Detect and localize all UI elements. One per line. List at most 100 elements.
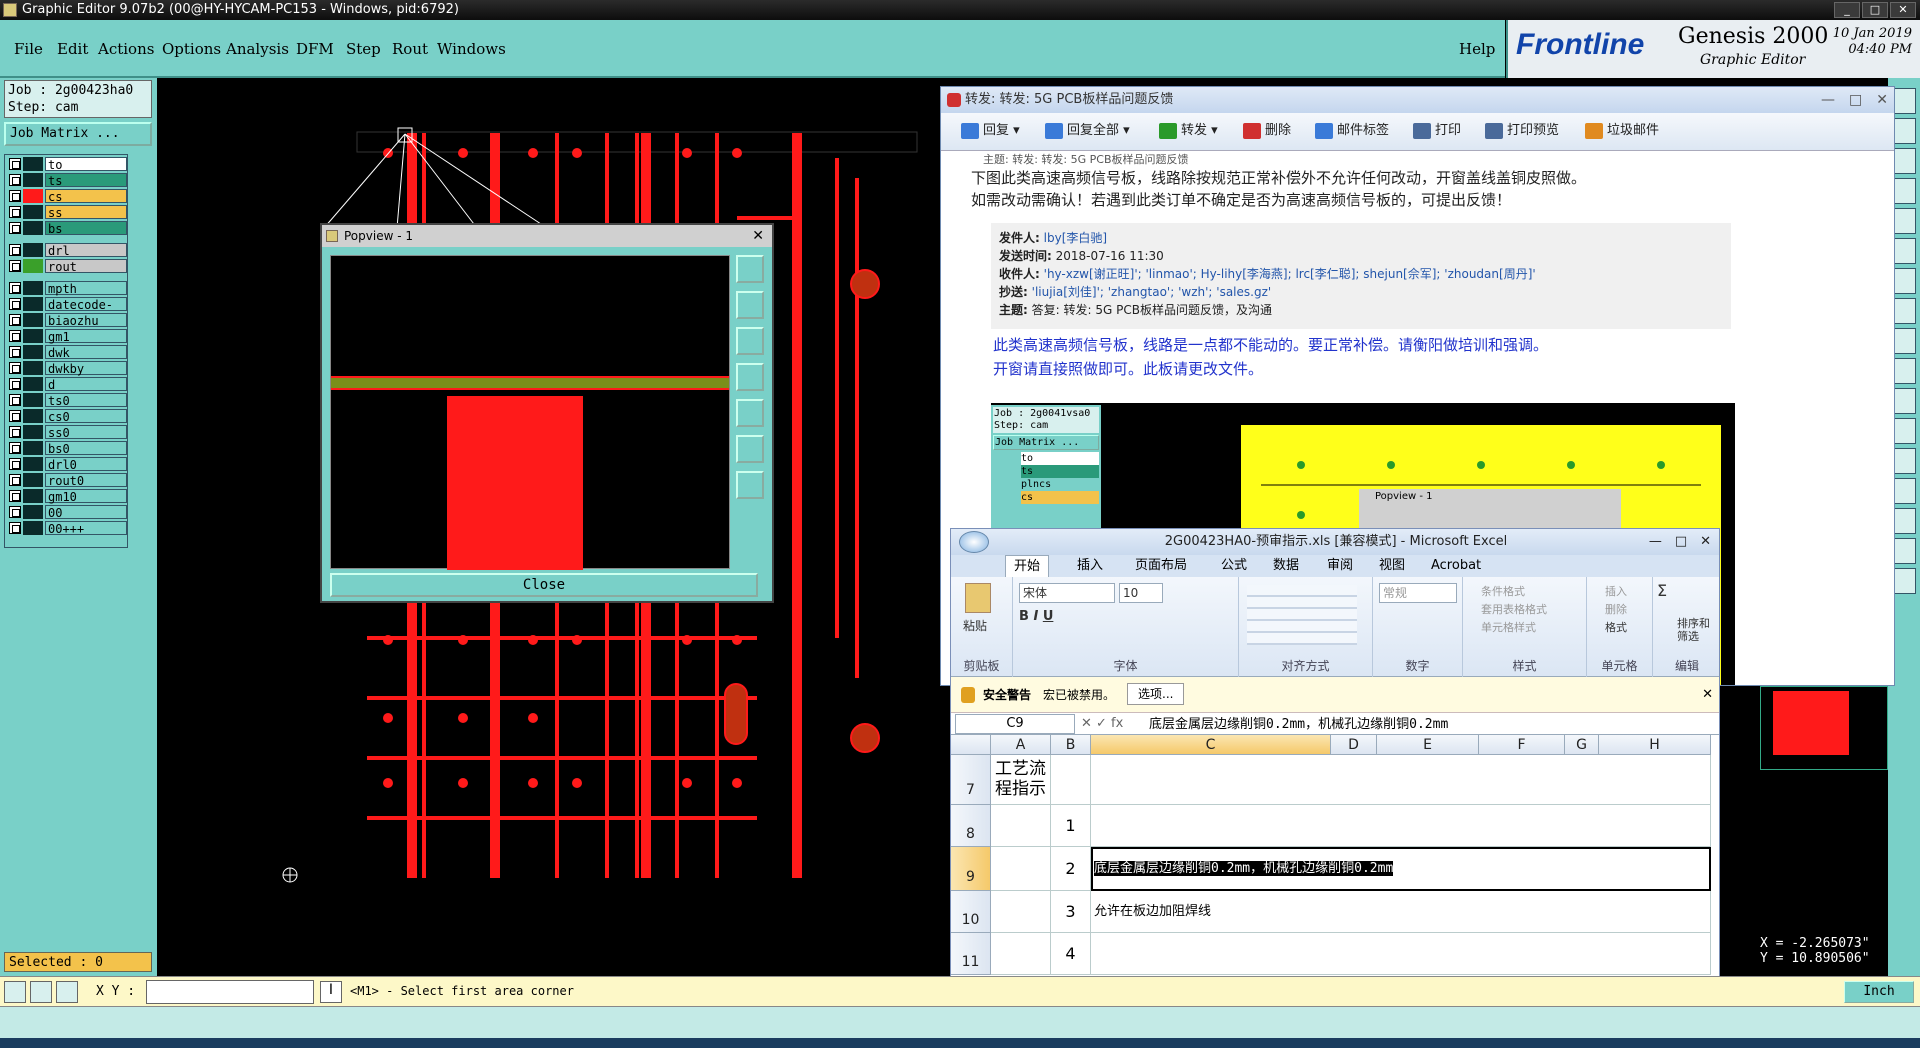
- cell-c[interactable]: [1091, 805, 1711, 847]
- maximize-button[interactable]: □: [1862, 2, 1888, 18]
- close-button[interactable]: ✕: [1890, 2, 1916, 18]
- tab-formulas[interactable]: 公式: [1213, 555, 1255, 577]
- layer-row[interactable]: biaozhu: [7, 313, 127, 328]
- popview-close-icon[interactable]: ✕: [752, 225, 764, 247]
- excel-window-controls[interactable]: — □ ✕: [1649, 529, 1711, 555]
- grid-icon[interactable]: [56, 981, 78, 1003]
- layer-row[interactable]: ts0: [7, 393, 127, 408]
- layer-name[interactable]: rout0: [45, 473, 127, 488]
- layer-row[interactable]: d: [7, 377, 127, 392]
- layer-checkbox[interactable]: [9, 378, 21, 390]
- mini-view[interactable]: [1760, 686, 1888, 770]
- name-box[interactable]: C9: [955, 714, 1075, 734]
- sort-filter-button[interactable]: 排序和筛选: [1677, 617, 1717, 643]
- office-button-icon[interactable]: [959, 531, 989, 553]
- popview-close-button[interactable]: Close: [330, 573, 758, 597]
- layer-row[interactable]: cs0: [7, 409, 127, 424]
- layer-name[interactable]: gm1: [45, 329, 127, 344]
- mail-window-controls[interactable]: — □ ✕: [1821, 87, 1888, 113]
- cell-a[interactable]: [991, 805, 1051, 847]
- layer-checkbox[interactable]: [9, 244, 21, 256]
- cell-b[interactable]: 4: [1051, 933, 1091, 975]
- layer-checkbox[interactable]: [9, 282, 21, 294]
- tab-page-layout[interactable]: 页面布局: [1127, 555, 1195, 577]
- column-header[interactable]: E: [1377, 735, 1479, 755]
- mail-tag-button[interactable]: 邮件标签: [1315, 122, 1389, 140]
- formula-input[interactable]: 底层金属层边缘削铜0.2mm，机械孔边缘削铜0.2mm: [1149, 714, 1448, 736]
- tab-insert[interactable]: 插入: [1069, 555, 1111, 577]
- print-preview-button[interactable]: 打印预览: [1485, 122, 1559, 140]
- layer-row[interactable]: bs0: [7, 441, 127, 456]
- row-header[interactable]: 7: [951, 755, 991, 805]
- layer-name[interactable]: dwk: [45, 345, 127, 360]
- print-button[interactable]: 打印: [1413, 122, 1461, 140]
- layer-name[interactable]: cs0: [45, 409, 127, 424]
- pan-right-icon[interactable]: [736, 399, 764, 427]
- layer-checkbox[interactable]: [9, 330, 21, 342]
- layer-row[interactable]: to: [7, 157, 127, 172]
- formula-icons[interactable]: ✕ ✓ fx: [1081, 713, 1123, 735]
- column-header[interactable]: C: [1091, 735, 1331, 755]
- to-value[interactable]: 'hy-xzw[谢正旺]'; 'linmao'; Hy-lihy[李海燕]; l…: [1044, 267, 1536, 281]
- layer-checkbox[interactable]: [9, 490, 21, 502]
- tab-acrobat[interactable]: Acrobat: [1423, 555, 1489, 577]
- cell-c[interactable]: [1091, 755, 1711, 805]
- layer-row[interactable]: mpth: [7, 281, 127, 296]
- pan-down-icon[interactable]: [736, 327, 764, 355]
- layer-checkbox[interactable]: [9, 260, 21, 272]
- paste-label[interactable]: 粘贴: [963, 617, 987, 634]
- layer-name[interactable]: bs: [45, 221, 127, 236]
- layer-name[interactable]: mpth: [45, 281, 127, 296]
- layer-name[interactable]: ts0: [45, 393, 127, 408]
- layer-name[interactable]: gm10: [45, 489, 127, 504]
- layer-name[interactable]: rout: [45, 259, 127, 274]
- measure-icon[interactable]: [30, 981, 52, 1003]
- layer-row[interactable]: dwk: [7, 345, 127, 360]
- cursor-icon[interactable]: I: [320, 981, 342, 1003]
- delete-cells-button[interactable]: 删除: [1605, 601, 1627, 617]
- layer-row[interactable]: drl: [7, 243, 127, 258]
- layer-name[interactable]: to: [45, 157, 127, 172]
- layer-name[interactable]: bs0: [45, 441, 127, 456]
- delete-button[interactable]: 删除: [1243, 122, 1291, 140]
- alignment-icons[interactable]: [1247, 585, 1357, 645]
- tab-data[interactable]: 数据: [1265, 555, 1307, 577]
- layer-checkbox[interactable]: [9, 158, 21, 170]
- forward-button[interactable]: 转发 ▾: [1159, 122, 1218, 140]
- layer-name[interactable]: biaozhu: [45, 313, 127, 328]
- zoom-icon[interactable]: [736, 255, 764, 283]
- layer-checkbox[interactable]: [9, 314, 21, 326]
- cell-styles-button[interactable]: 单元格样式: [1481, 619, 1536, 635]
- layer-checkbox[interactable]: [9, 222, 21, 234]
- menu-actions[interactable]: Actions: [98, 40, 154, 58]
- menu-options[interactable]: Options: [162, 40, 221, 58]
- paste-icon[interactable]: [965, 583, 991, 613]
- cell-b[interactable]: 3: [1051, 891, 1091, 933]
- layer-row[interactable]: 00+++: [7, 521, 127, 536]
- cell-a[interactable]: [991, 933, 1051, 975]
- layer-checkbox[interactable]: [9, 174, 21, 186]
- reply-button[interactable]: 回复 ▾: [961, 122, 1020, 140]
- layer-row[interactable]: ts: [7, 173, 127, 188]
- row-header[interactable]: 10: [951, 891, 991, 933]
- from-value[interactable]: lby[李白驰]: [1044, 231, 1107, 245]
- layer-row[interactable]: gm10: [7, 489, 127, 504]
- menu-windows[interactable]: Windows: [437, 40, 506, 58]
- column-header[interactable]: D: [1331, 735, 1377, 755]
- layer-row[interactable]: rout0: [7, 473, 127, 488]
- menu-edit[interactable]: Edit: [57, 40, 88, 58]
- menu-dfm[interactable]: DFM: [296, 40, 334, 58]
- reply-all-button[interactable]: 回复全部 ▾: [1045, 122, 1130, 140]
- layer-name[interactable]: cs: [45, 189, 127, 204]
- pan-left-icon[interactable]: [736, 363, 764, 391]
- row-header[interactable]: 8: [951, 805, 991, 847]
- layer-row[interactable]: 00: [7, 505, 127, 520]
- layer-checkbox[interactable]: [9, 426, 21, 438]
- zoom-out-icon[interactable]: [736, 471, 764, 499]
- layer-row[interactable]: gm1: [7, 329, 127, 344]
- zoom-in-icon[interactable]: [736, 435, 764, 463]
- layer-name[interactable]: 00+++: [45, 521, 127, 536]
- job-matrix-button[interactable]: Job Matrix ...: [4, 122, 152, 146]
- row-header[interactable]: 11: [951, 933, 991, 975]
- menu-help[interactable]: Help: [1459, 40, 1495, 58]
